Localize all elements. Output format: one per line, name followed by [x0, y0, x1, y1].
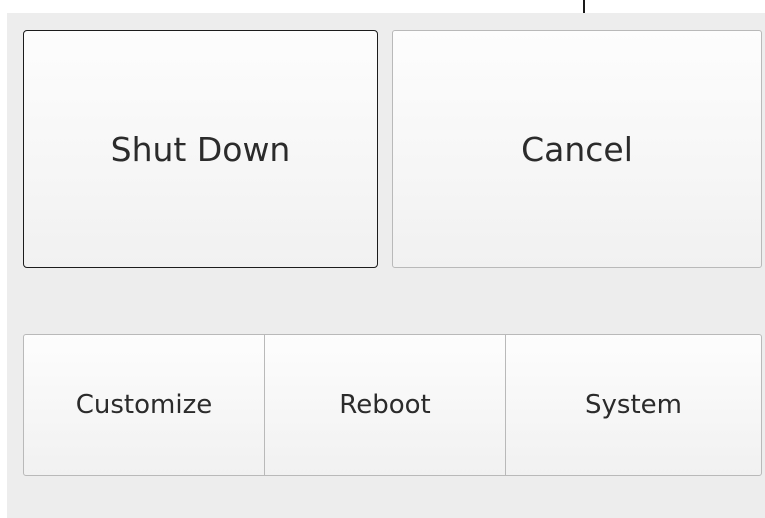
shut-down-button[interactable]: Shut Down [23, 30, 378, 268]
system-button[interactable]: System [505, 334, 762, 476]
system-button-label: System [585, 390, 682, 420]
customize-button[interactable]: Customize [23, 334, 265, 476]
cancel-button-label: Cancel [521, 129, 633, 169]
reboot-button-label: Reboot [339, 390, 431, 420]
cancel-button[interactable]: Cancel [392, 30, 762, 268]
customize-button-label: Customize [75, 390, 213, 420]
shut-down-button-label: Shut Down [110, 129, 291, 169]
reboot-button[interactable]: Reboot [264, 334, 506, 476]
